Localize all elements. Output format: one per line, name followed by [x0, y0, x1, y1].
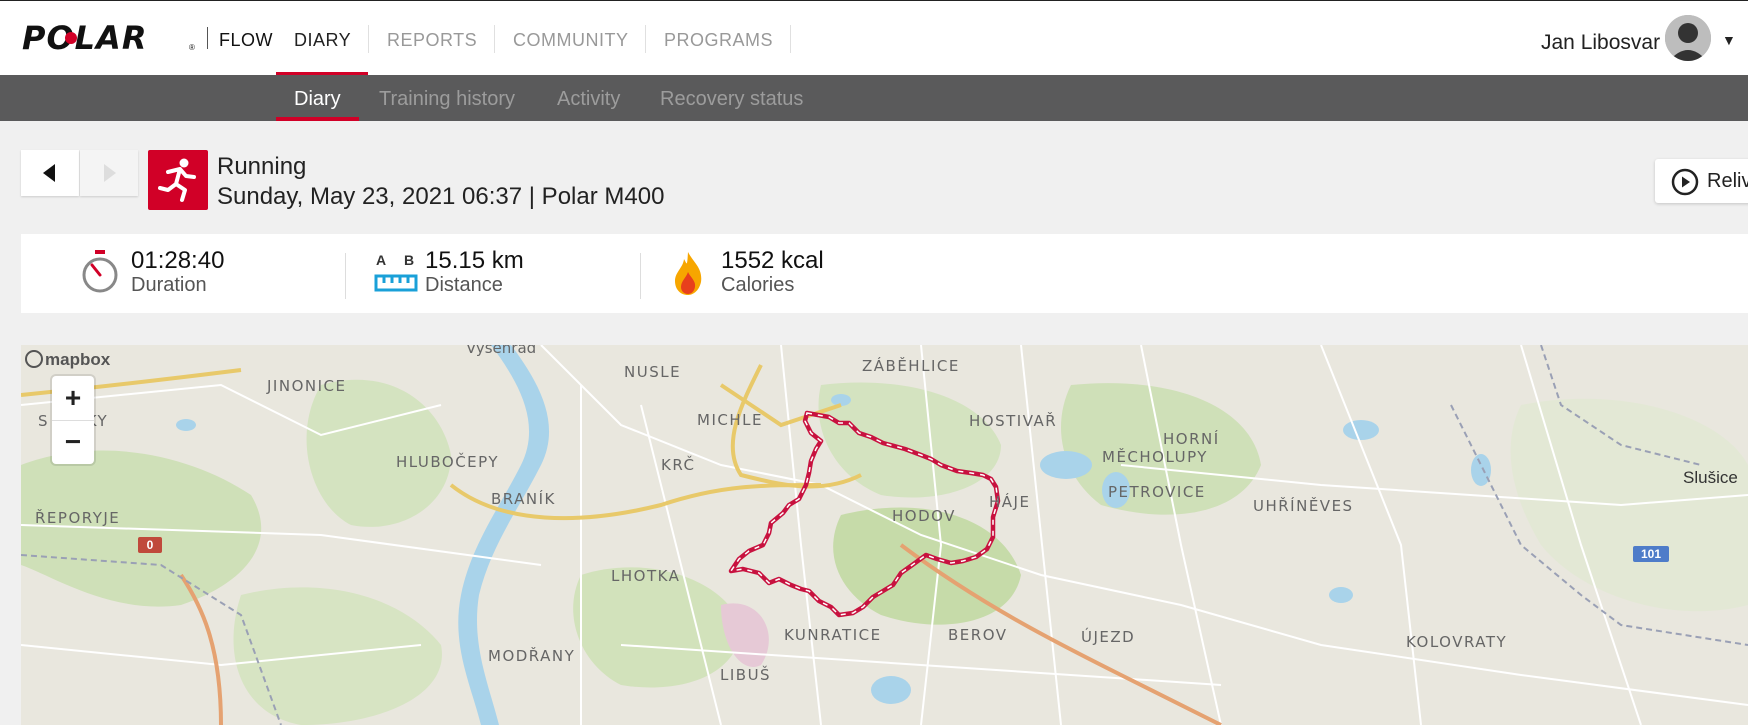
avatar[interactable]	[1665, 15, 1711, 61]
sub-navigation: Diary Training history Activity Recovery…	[0, 75, 1748, 121]
map-label: HORNÍ	[1163, 430, 1220, 448]
nav-divider	[790, 25, 791, 53]
map-label: ŘEPORYJE	[35, 509, 121, 527]
map-label: HODOV	[892, 507, 956, 525]
flow-label: FLOW	[219, 30, 273, 50]
distance-value: 15.15 km	[425, 247, 524, 274]
polar-logo[interactable]: POLAR ®	[22, 19, 197, 58]
map-label: UHŘÍNĚVES	[1253, 497, 1354, 515]
svg-text:POLAR: POLAR	[22, 23, 147, 53]
map-label: MODŘANY	[488, 647, 576, 665]
running-sport-icon	[148, 150, 208, 210]
map-label: Vyšehrad	[466, 345, 537, 357]
session-datetime-device: Sunday, May 23, 2021 06:37 | Polar M400	[217, 183, 665, 210]
map-label: BRANÍK	[491, 490, 556, 508]
logo-divider	[207, 27, 208, 49]
subnav-recovery-status[interactable]: Recovery status	[660, 88, 803, 111]
nav-community[interactable]: COMMUNITY	[513, 30, 629, 51]
user-name[interactable]: Jan Libosvar	[1541, 31, 1660, 55]
play-icon	[1671, 168, 1699, 196]
sport-name: Running	[217, 153, 307, 180]
map-label: PETROVICE	[1108, 483, 1206, 501]
road-shield: 101	[1633, 546, 1669, 562]
mapbox-label: mapbox	[45, 350, 111, 369]
flame-icon	[675, 252, 702, 295]
relive-label: Reliv	[1707, 170, 1748, 192]
nav-divider	[645, 25, 646, 53]
next-session-button[interactable]	[80, 150, 138, 196]
distance-icon-a: A	[376, 252, 387, 268]
summary-stats-card: 01:28:40 Duration A B 15.15 km Distance …	[21, 234, 1748, 313]
map-label: BEROV	[948, 626, 1008, 644]
subnav-active-indicator	[276, 117, 359, 121]
map-label: LHOTKA	[611, 567, 681, 585]
mapbox-icon	[25, 350, 43, 368]
zoom-out-button[interactable]: −	[52, 420, 94, 464]
map-label: ÚJEZD	[1081, 628, 1136, 646]
distance-icon: A B	[374, 252, 420, 296]
map-label: MĚCHOLUPY	[1102, 448, 1208, 466]
subnav-activity[interactable]: Activity	[557, 88, 620, 111]
chevron-left-icon	[43, 164, 55, 182]
relive-button[interactable]: Reliv	[1655, 159, 1748, 203]
stats-divider	[640, 253, 641, 299]
map-label: ZÁBĚHLICE	[862, 357, 960, 375]
map-tiles	[21, 345, 1748, 725]
map-label: HÁJE	[989, 493, 1031, 511]
svg-text:®: ®	[189, 43, 195, 52]
calories-value: 1552 kcal	[721, 247, 824, 274]
stats-divider	[345, 253, 346, 299]
chevron-right-icon	[104, 164, 116, 182]
duration-label: Duration	[131, 274, 207, 296]
nav-diary[interactable]: DIARY	[294, 30, 351, 51]
map-label: HOSTIVAŘ	[969, 412, 1058, 430]
map-label: MICHLE	[697, 411, 763, 429]
nav-divider	[494, 25, 495, 53]
map-label: KOLOVRATY	[1406, 633, 1508, 651]
nav-programs[interactable]: PROGRAMS	[664, 30, 773, 51]
map-label: JINONICE	[267, 377, 347, 395]
subnav-diary[interactable]: Diary	[294, 88, 341, 111]
subnav-training-history[interactable]: Training history	[379, 88, 515, 111]
calories-label: Calories	[721, 274, 795, 296]
road-shield: 0	[138, 537, 162, 553]
distance-icon-b: B	[404, 252, 415, 268]
zoom-control: + −	[52, 376, 94, 464]
map-label: Slušice	[1683, 468, 1738, 487]
mapbox-attribution[interactable]: mapbox	[25, 350, 110, 370]
map-label: NUSLE	[624, 363, 682, 381]
top-header: POLAR ® FLOW DIARY REPORTS COMMUNITY PRO…	[0, 0, 1748, 76]
nav-reports[interactable]: REPORTS	[387, 30, 477, 51]
distance-label: Distance	[425, 274, 503, 296]
map-label: KRČ	[661, 456, 696, 474]
map-label: HLUBOČEPY	[396, 453, 500, 471]
route-map[interactable]: 0 101 Vyšehrad NUSLE ZÁBĚHLICE JINONICE …	[21, 345, 1748, 725]
nav-divider	[368, 25, 369, 53]
duration-value: 01:28:40	[131, 247, 225, 274]
zoom-in-button[interactable]: +	[52, 376, 94, 421]
previous-session-button[interactable]	[21, 150, 79, 196]
map-label: LIBUŠ	[720, 666, 772, 684]
stopwatch-icon	[82, 250, 118, 293]
user-menu-caret-icon[interactable]: ▼	[1722, 32, 1736, 48]
map-label: KUNRATICE	[784, 626, 882, 644]
